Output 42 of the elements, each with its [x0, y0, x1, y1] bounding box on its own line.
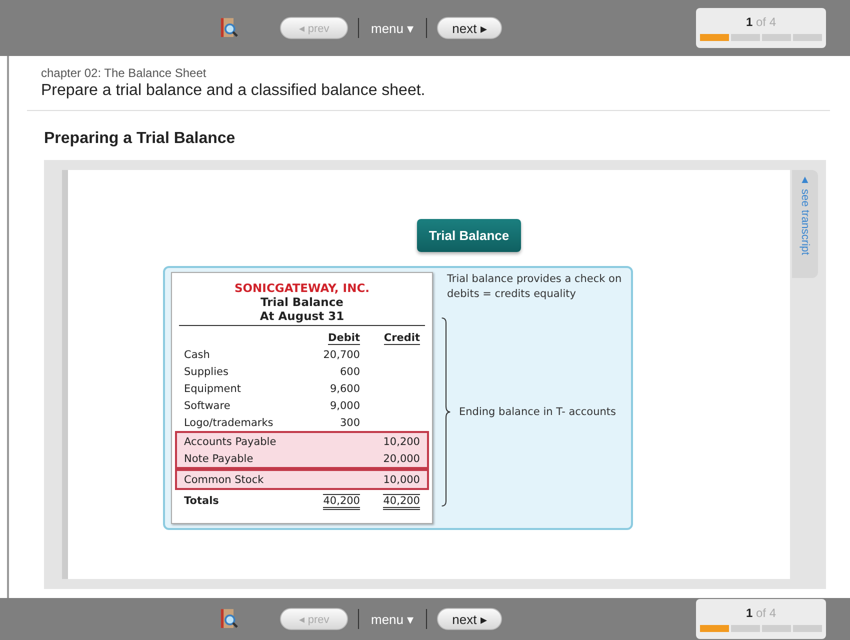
company-name: SONICGATEWAY, INC.: [234, 281, 370, 295]
debit-amount: 9,000: [330, 400, 360, 412]
debit-amount: 600: [340, 366, 360, 378]
chapter-label: chapter 02: The Balance Sheet: [41, 66, 208, 80]
section-title: Preparing a Trial Balance: [44, 130, 236, 148]
page-total: of 4: [756, 606, 776, 620]
objective-text: Prepare a trial balance and a classified balance sheet.: [41, 82, 426, 100]
book-search-icon[interactable]: [220, 608, 238, 630]
credit-total: 40,200: [383, 494, 420, 510]
debit-amount: 300: [340, 416, 360, 428]
account-name: Accounts Payable: [184, 436, 278, 448]
menu-button[interactable]: menu ▾: [369, 612, 416, 626]
account-name: Software: [184, 400, 232, 412]
book-search-icon[interactable]: [220, 17, 238, 39]
credit-amount: 10,000: [383, 474, 420, 486]
column-header: Debit: [328, 332, 360, 344]
transcript-tab[interactable]: ▲ see transcript: [792, 170, 818, 278]
next-button[interactable]: next ▸: [437, 608, 502, 630]
account-name: Logo/trademarks: [184, 416, 274, 428]
column-header: Credit: [384, 332, 420, 344]
page-number: 1: [746, 15, 753, 29]
account-name: Equipment: [184, 382, 242, 394]
trial-balance-label: Trial Balance: [416, 219, 522, 252]
statement-title: Trial Balance: [260, 295, 344, 309]
credit-amount: 10,200: [383, 436, 420, 448]
note-text: Trial balance provides a check on debits = credits equality: [446, 272, 623, 302]
account-name: Common Stock: [184, 474, 265, 486]
credit-amount: 20,000: [383, 452, 420, 464]
debit-amount: 9,600: [330, 382, 360, 394]
account-name: Cash: [184, 348, 211, 360]
brace-icon: [441, 317, 451, 508]
menu-button[interactable]: menu ▾: [369, 20, 416, 36]
debit-amount: 20,700: [323, 348, 360, 360]
next-button[interactable]: next ▸: [437, 17, 502, 39]
debit-total: 40,200: [323, 494, 360, 510]
statement-date: At August 31: [260, 309, 344, 323]
account-name: Supplies: [184, 366, 230, 378]
page-number: 1: [746, 606, 753, 620]
totals-label: Totals: [184, 494, 220, 506]
page-total: of 4: [756, 15, 776, 29]
account-name: Note Payable: [184, 452, 254, 464]
note-text: Ending balance in T- accounts: [459, 406, 616, 418]
